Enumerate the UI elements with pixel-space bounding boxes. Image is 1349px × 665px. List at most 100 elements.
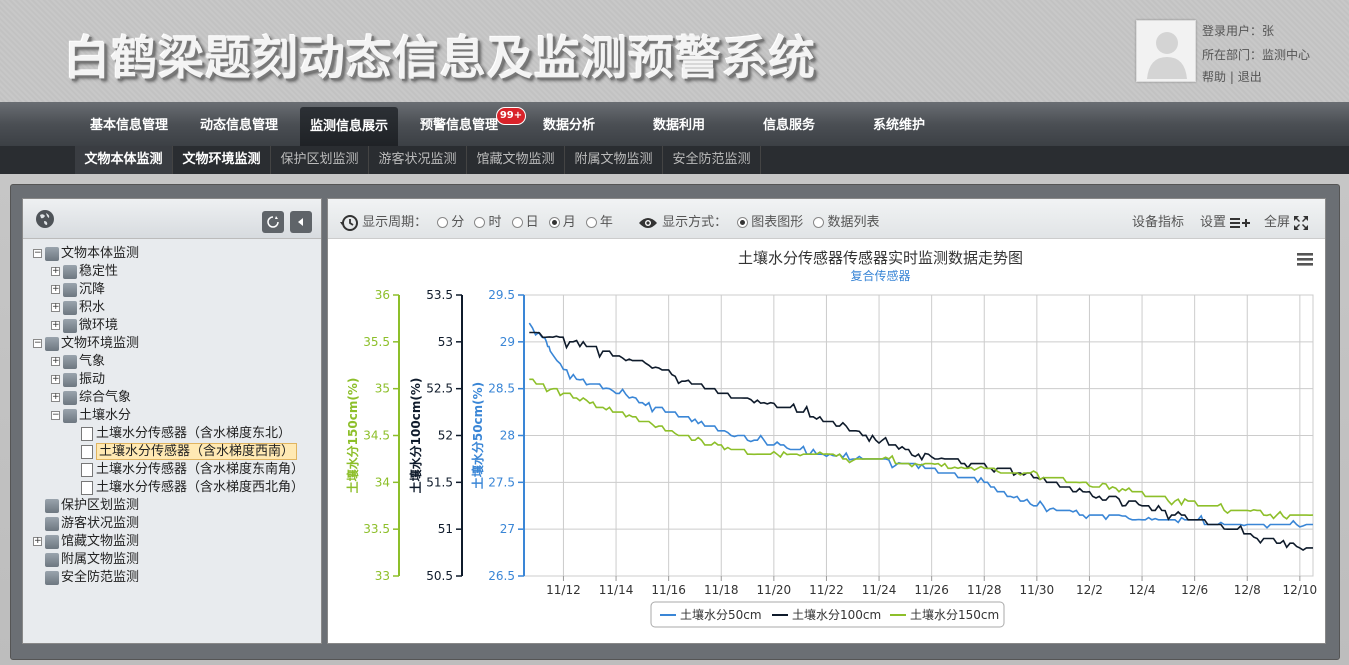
nav-dynamic-info[interactable]: 动态信息管理 — [190, 102, 288, 146]
tree-node-label: 微环境 — [79, 318, 119, 333]
tree-node-label: 土壤水分传感器（含水梯度西南） — [96, 443, 298, 460]
nav-data-usage[interactable]: 数据利用 — [630, 102, 728, 146]
tree-node-label: 土壤水分传感器（含水梯度西北角） — [96, 480, 305, 495]
chart-toolbar: 显示周期： 分 时 日 月 年 显示方式： 图表图形 数据列表 设备指标 设置 … — [328, 199, 1325, 239]
x-tick-label: 11/26 — [914, 583, 949, 597]
x-tick-label: 11/20 — [757, 583, 792, 597]
device-indicator-button[interactable]: 设备指标 — [1132, 211, 1184, 230]
login-user: 登录用户：张 — [1202, 24, 1275, 38]
tree-node[interactable]: 附属文物监测 — [33, 551, 139, 569]
tab-protection-zone[interactable]: 保护区划监测 — [271, 146, 369, 174]
user-panel: 登录用户：张 所在部门：监测中心 帮助 | 退出 — [1136, 20, 1336, 90]
tab-security[interactable]: 安全防范监测 — [663, 146, 761, 174]
folder-icon — [63, 390, 77, 405]
x-tick-label: 12/4 — [1129, 583, 1156, 597]
series-line — [528, 322, 1313, 529]
legend-label: 土壤水分50cm — [680, 607, 762, 622]
nav-system-maintenance[interactable]: 系统维护 — [850, 102, 948, 146]
x-tick-label: 11/18 — [704, 583, 739, 597]
y-tick-label: 34 — [375, 475, 390, 489]
tree-node[interactable]: − 文物本体监测 — [33, 245, 139, 263]
tree-node[interactable]: 土壤水分传感器（含水梯度西北角） — [81, 479, 304, 497]
tree-node[interactable]: 保护区划监测 — [33, 497, 139, 515]
folder-icon — [63, 264, 77, 279]
nav-data-analysis[interactable]: 数据分析 — [520, 102, 618, 146]
tab-relic-env[interactable]: 文物环境监测 — [173, 146, 271, 174]
period-radio-hour[interactable]: 时 — [468, 215, 501, 230]
x-tick-label: 11/14 — [599, 583, 634, 597]
folder-icon — [63, 282, 77, 297]
expand-icon[interactable]: + — [51, 267, 60, 276]
nav-warning-info[interactable]: 预警信息管理 — [410, 102, 508, 146]
y-tick-label: 52 — [438, 429, 453, 443]
tab-attached-relic[interactable]: 附属文物监测 — [565, 146, 663, 174]
expand-icon[interactable]: + — [51, 285, 60, 294]
period-radio-month[interactable]: 月 — [543, 215, 576, 230]
nav-info-service[interactable]: 信息服务 — [740, 102, 838, 146]
expand-icon[interactable]: + — [51, 375, 60, 384]
tab-collection[interactable]: 馆藏文物监测 — [467, 146, 565, 174]
mode-radio-list[interactable]: 数据列表 — [807, 215, 879, 230]
main-nav: 基本信息管理 动态信息管理 监测信息展示 预警信息管理 数据分析 数据利用 信息… — [0, 102, 1349, 146]
globe-icon — [36, 210, 54, 228]
expand-icon[interactable]: + — [51, 393, 60, 402]
app-title: 白鹤梁题刻动态信息及监测预警系统 — [64, 31, 816, 85]
y-tick-label: 53 — [438, 335, 453, 349]
refresh-button[interactable] — [262, 211, 284, 233]
expand-icon[interactable]: + — [33, 537, 42, 546]
period-radio-day[interactable]: 日 — [506, 215, 539, 230]
tree-node[interactable]: + 气象 — [51, 353, 105, 371]
tree-node[interactable]: + 微环境 — [51, 317, 118, 335]
expand-icon[interactable]: + — [51, 357, 60, 366]
avatar[interactable] — [1136, 20, 1196, 82]
folder-icon — [63, 318, 77, 333]
tree-node[interactable]: − 文物环境监测 — [33, 335, 139, 353]
sub-nav: 文物本体监测 文物环境监测 保护区划监测 游客状况监测 馆藏文物监测 附属文物监… — [0, 146, 1349, 174]
tree-node[interactable]: − 土壤水分 — [51, 407, 131, 425]
tree-node-label: 馆藏文物监测 — [61, 534, 140, 549]
tree-node[interactable]: + 综合气象 — [51, 389, 131, 407]
tree-node-label: 稳定性 — [79, 264, 119, 279]
tree-node[interactable]: 安全防范监测 — [33, 569, 139, 587]
tree-node-label: 积水 — [79, 300, 106, 315]
x-tick-label: 11/24 — [862, 583, 897, 597]
mode-group: 显示方式： 图表图形 数据列表 — [638, 211, 879, 230]
settings-button[interactable]: 设置 — [1200, 211, 1251, 230]
tree-node[interactable]: + 馆藏文物监测 — [33, 533, 139, 551]
collapse-panel-button[interactable] — [290, 211, 312, 233]
fullscreen-button[interactable]: 全屏 — [1264, 211, 1309, 230]
nav-basic-info[interactable]: 基本信息管理 — [80, 102, 178, 146]
tree-node[interactable]: + 沉降 — [51, 281, 105, 299]
eye-icon — [639, 217, 657, 228]
tree-node[interactable]: 土壤水分传感器（含水梯度东南角） — [81, 461, 304, 479]
y-tick-label: 33 — [375, 569, 390, 583]
period-radio-minute[interactable]: 分 — [431, 215, 464, 230]
tree-node[interactable]: 土壤水分传感器（含水梯度西南） — [81, 443, 298, 461]
nav-monitoring-display[interactable]: 监测信息展示 — [300, 107, 398, 146]
y-tick-label: 29.5 — [488, 288, 515, 302]
tree-node[interactable]: 游客状况监测 — [33, 515, 139, 533]
tab-visitor[interactable]: 游客状况监测 — [369, 146, 467, 174]
period-group: 显示周期： 分 时 日 月 年 — [340, 211, 613, 232]
tree-node-label: 安全防范监测 — [61, 570, 140, 585]
collapse-icon[interactable]: − — [33, 339, 42, 348]
tree-node[interactable]: + 稳定性 — [51, 263, 118, 281]
y-tick-label: 35.5 — [363, 335, 390, 349]
collapse-icon[interactable]: − — [33, 249, 42, 258]
period-radio-year[interactable]: 年 — [580, 215, 613, 230]
mode-radio-chart[interactable]: 图表图形 — [731, 215, 803, 230]
tree-node[interactable]: 土壤水分传感器（含水梯度东北） — [81, 425, 291, 443]
y-tick-label: 29 — [500, 335, 515, 349]
logout-link[interactable]: 退出 — [1238, 70, 1262, 84]
expand-icon[interactable]: + — [51, 321, 60, 330]
x-tick-label: 12/8 — [1234, 583, 1261, 597]
tab-relic-body[interactable]: 文物本体监测 — [75, 146, 173, 174]
help-link[interactable]: 帮助 — [1202, 70, 1226, 84]
x-tick-label: 11/28 — [967, 583, 1002, 597]
y-tick-label: 27.5 — [488, 475, 515, 489]
tree-node[interactable]: + 积水 — [51, 299, 105, 317]
tree-node[interactable]: + 振动 — [51, 371, 105, 389]
tree-node-label: 文物环境监测 — [61, 336, 140, 351]
collapse-icon[interactable]: − — [51, 411, 60, 420]
expand-icon[interactable]: + — [51, 303, 60, 312]
